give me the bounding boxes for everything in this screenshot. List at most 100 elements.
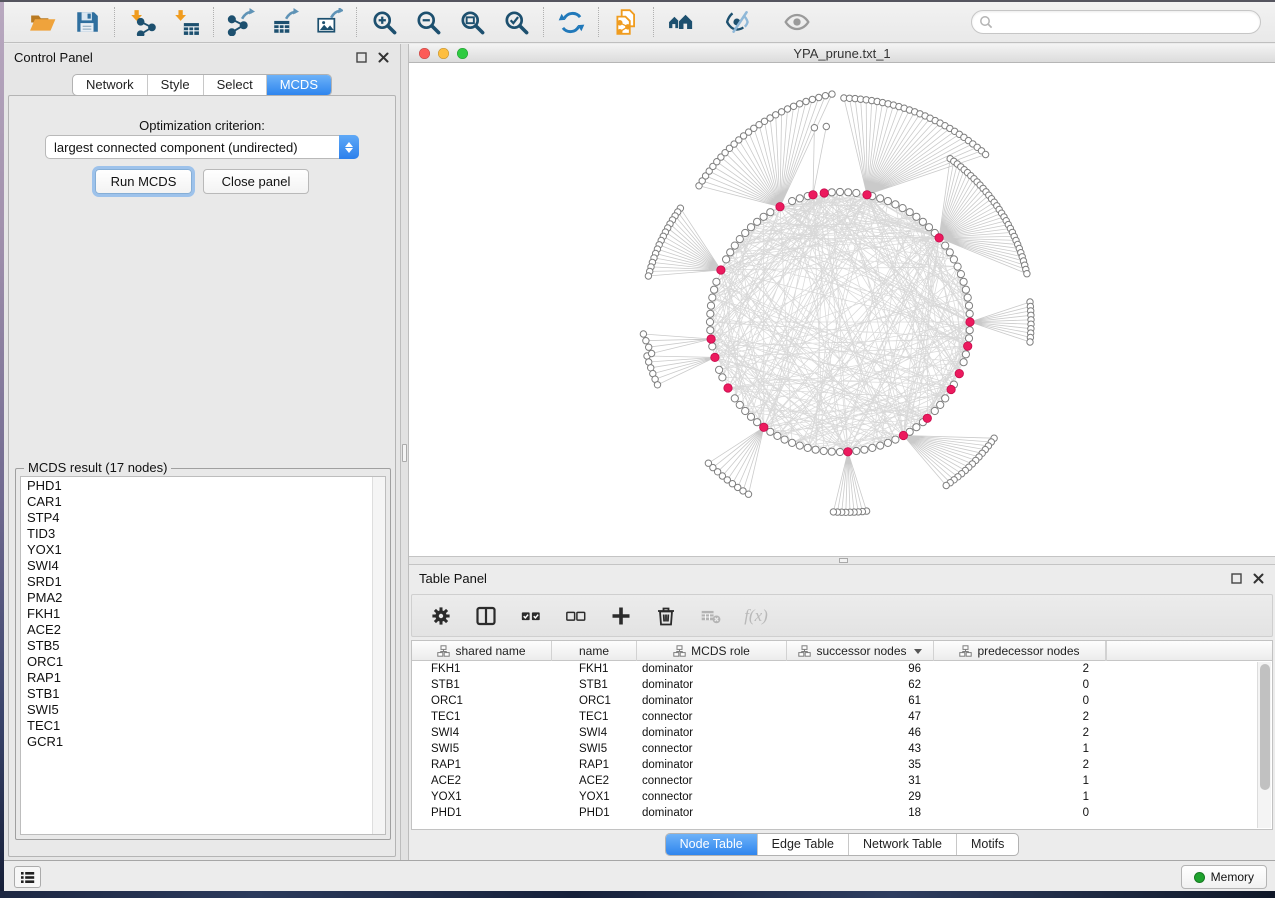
save-icon[interactable] — [73, 8, 101, 36]
tab-mcds[interactable]: MCDS — [266, 75, 331, 95]
open-folder-icon[interactable] — [29, 8, 57, 36]
toolbar-group — [214, 8, 356, 36]
cell-mcds_role: connector — [637, 709, 787, 725]
vertical-splitter[interactable] — [400, 44, 409, 860]
mcds-result-item[interactable]: SRD1 — [21, 574, 372, 590]
criterion-select[interactable]: largest connected component (undirected) — [45, 135, 359, 159]
minimize-window-icon[interactable] — [438, 48, 449, 59]
export-table-icon[interactable] — [271, 8, 299, 36]
mcds-result-item[interactable]: RAP1 — [21, 670, 372, 686]
copy-document-icon[interactable] — [612, 8, 640, 36]
tab-motifs[interactable]: Motifs — [956, 834, 1018, 855]
mcds-result-item[interactable]: PHD1 — [21, 478, 372, 494]
mcds-result-item[interactable]: ORC1 — [21, 654, 372, 670]
float-panel-icon[interactable] — [355, 51, 368, 64]
zoom-selected-icon[interactable] — [502, 8, 530, 36]
column-header-MCDS-role[interactable]: MCDS role — [637, 641, 787, 661]
deselect-all-icon[interactable] — [565, 605, 587, 627]
splitter-handle[interactable] — [839, 558, 848, 563]
tab-node-table[interactable]: Node Table — [666, 834, 757, 855]
cell-successor_nodes: 61 — [787, 693, 934, 709]
table-row[interactable]: RAP1RAP1dominator352 — [412, 757, 1272, 773]
table-row[interactable]: PHD1PHD1dominator180 — [412, 805, 1272, 821]
zoom-fit-icon[interactable] — [458, 8, 486, 36]
mcds-list-scrollbar[interactable] — [372, 477, 385, 834]
table-row[interactable]: TEC1TEC1connector472 — [412, 709, 1272, 725]
control-panel-header: Control Panel — [4, 44, 400, 70]
search-input[interactable] — [971, 10, 1261, 34]
mcds-result-item[interactable]: STP4 — [21, 510, 372, 526]
table-row[interactable]: ORC1ORC1dominator610 — [412, 693, 1272, 709]
mcds-result-item[interactable]: ACE2 — [21, 622, 372, 638]
column-header-name[interactable]: name — [552, 641, 637, 661]
mcds-result-item[interactable]: GCR1 — [21, 734, 372, 750]
run-mcds-button[interactable]: Run MCDS — [95, 169, 192, 194]
zoom-in-icon[interactable] — [370, 8, 398, 36]
zoom-window-icon[interactable] — [457, 48, 468, 59]
tab-edge-table[interactable]: Edge Table — [757, 834, 848, 855]
column-header-filler — [1106, 641, 1272, 661]
tree-icon — [959, 645, 972, 657]
table-toolbar: f(x) — [411, 594, 1273, 637]
cell-name: ORC1 — [552, 693, 637, 709]
mcds-result-item[interactable]: CAR1 — [21, 494, 372, 510]
select-all-icon[interactable] — [520, 605, 542, 627]
mcds-result-item[interactable]: SWI4 — [21, 558, 372, 574]
columns-icon[interactable] — [475, 605, 497, 627]
table-row[interactable]: SWI5SWI5connector431 — [412, 741, 1272, 757]
search-box — [971, 10, 1261, 34]
import-network-icon[interactable] — [128, 8, 156, 36]
tab-style[interactable]: Style — [147, 75, 203, 95]
zoom-out-icon[interactable] — [414, 8, 442, 36]
table-body: FKH1FKH1dominator962STB1STB1dominator620… — [412, 661, 1272, 821]
network-graph[interactable] — [409, 63, 1275, 556]
add-row-icon[interactable] — [610, 605, 632, 627]
close-panel-button[interactable]: Close panel — [203, 169, 309, 194]
network-canvas[interactable] — [409, 63, 1275, 556]
mcds-result-item[interactable]: STB5 — [21, 638, 372, 654]
table-row[interactable]: YOX1YOX1connector291 — [412, 789, 1272, 805]
task-history-button[interactable] — [14, 866, 41, 888]
delete-row-icon[interactable] — [655, 605, 677, 627]
horizontal-splitter[interactable] — [409, 556, 1275, 565]
splitter-handle[interactable] — [402, 444, 407, 462]
column-header-shared-name[interactable]: shared name — [412, 641, 552, 661]
mcds-result-item[interactable]: STB1 — [21, 686, 372, 702]
mcds-result-list[interactable]: PHD1CAR1STP4TID3YOX1SWI4SRD1PMA2FKH1ACE2… — [21, 478, 372, 834]
mcds-result-item[interactable]: TID3 — [21, 526, 372, 542]
mcds-result-item[interactable]: YOX1 — [21, 542, 372, 558]
export-network-icon[interactable] — [227, 8, 255, 36]
column-label: successor nodes — [816, 644, 906, 658]
float-panel-icon[interactable] — [1230, 572, 1243, 585]
gear-icon[interactable] — [430, 605, 452, 627]
export-image-icon[interactable] — [315, 8, 343, 36]
table-scrollbar[interactable] — [1257, 662, 1271, 828]
table-row[interactable]: STB1STB1dominator620 — [412, 677, 1272, 693]
mcds-result-item[interactable]: FKH1 — [21, 606, 372, 622]
close-window-icon[interactable] — [419, 48, 430, 59]
mcds-result-item[interactable]: TEC1 — [21, 718, 372, 734]
import-table-icon[interactable] — [172, 8, 200, 36]
table-row[interactable]: FKH1FKH1dominator962 — [412, 661, 1272, 677]
table-row[interactable]: ACE2ACE2connector311 — [412, 773, 1272, 789]
tab-network[interactable]: Network — [73, 75, 147, 95]
close-panel-icon[interactable] — [377, 51, 390, 64]
network-window-titlebar[interactable]: YPA_prune.txt_1 — [409, 44, 1275, 63]
memory-button[interactable]: Memory — [1181, 865, 1267, 889]
tab-network-table[interactable]: Network Table — [848, 834, 956, 855]
memory-label: Memory — [1211, 870, 1254, 884]
close-panel-icon[interactable] — [1252, 572, 1265, 585]
mcds-result-item[interactable]: PMA2 — [21, 590, 372, 606]
column-header-successor-nodes[interactable]: successor nodes — [787, 641, 934, 661]
tab-select[interactable]: Select — [203, 75, 266, 95]
mcds-result-item[interactable]: SWI5 — [21, 702, 372, 718]
hide-graphics-details-icon[interactable] — [725, 8, 753, 36]
refresh-icon[interactable] — [557, 8, 585, 36]
scrollbar-thumb[interactable] — [1260, 664, 1270, 790]
network-home-icon[interactable] — [667, 8, 695, 36]
table-row[interactable]: SWI4SWI4dominator462 — [412, 725, 1272, 741]
column-header-predecessor-nodes[interactable]: predecessor nodes — [934, 641, 1106, 661]
show-graphics-details-icon[interactable] — [783, 8, 811, 36]
cell-shared_name: YOX1 — [412, 789, 552, 805]
mcds-result-title: MCDS result (17 nodes) — [24, 460, 171, 475]
